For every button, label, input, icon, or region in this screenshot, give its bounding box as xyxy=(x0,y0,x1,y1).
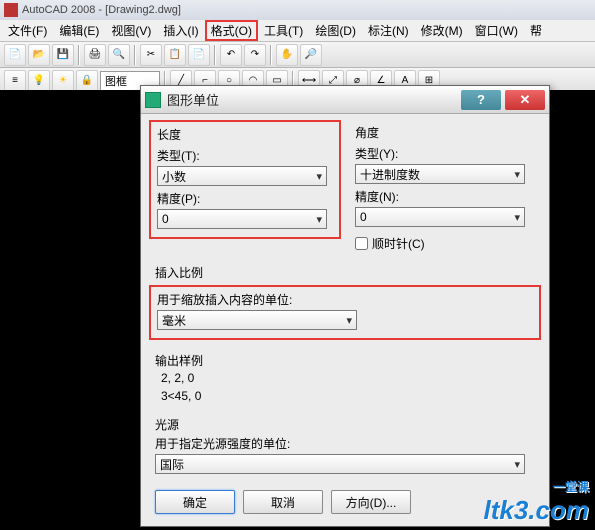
dialog-titlebar[interactable]: 图形单位 ? ✕ xyxy=(141,86,549,114)
app-title: AutoCAD 2008 - [Drawing2.dwg] xyxy=(22,4,181,16)
sample-line1: 2, 2, 0 xyxy=(161,371,535,387)
clockwise-input[interactable] xyxy=(355,237,368,250)
close-button[interactable]: ✕ xyxy=(505,90,545,110)
menu-tools[interactable]: 工具(T) xyxy=(258,20,309,41)
angle-type-label: 类型(Y): xyxy=(355,145,535,162)
angle-precision-combo[interactable]: 0 xyxy=(355,207,525,227)
lock-icon[interactable]: 🔒 xyxy=(76,70,98,92)
length-type-label: 类型(T): xyxy=(157,147,333,164)
cancel-button[interactable]: 取消 xyxy=(243,490,323,514)
undo-icon[interactable]: ↶ xyxy=(220,44,242,66)
insert-highlight: 用于缩放插入内容的单位: 毫米 xyxy=(149,285,541,340)
sample-line2: 3<45, 0 xyxy=(161,389,535,405)
pan-icon[interactable]: ✋ xyxy=(276,44,298,66)
menu-window[interactable]: 窗口(W) xyxy=(469,20,524,41)
light-group: 光源 xyxy=(155,416,535,433)
menu-modify[interactable]: 修改(M) xyxy=(415,20,469,41)
length-highlight: 长度 类型(T): 小数 精度(P): 0 xyxy=(149,120,341,239)
menu-dim[interactable]: 标注(N) xyxy=(362,20,415,41)
length-precision-label: 精度(P): xyxy=(157,190,333,207)
bulb-icon[interactable]: 💡 xyxy=(28,70,50,92)
ok-button[interactable]: 确定 xyxy=(155,490,235,514)
light-label: 用于指定光源强度的单位: xyxy=(155,435,535,452)
insert-label: 用于缩放插入内容的单位: xyxy=(157,291,533,308)
watermark: 一堂课 ltk3.com xyxy=(484,478,590,526)
direction-button[interactable]: 方向(D)... xyxy=(331,490,411,514)
copy-icon[interactable]: 📋 xyxy=(164,44,186,66)
cut-icon[interactable]: ✂ xyxy=(140,44,162,66)
toolbar-1: 📄 📂 💾 🖨 🔍 ✂ 📋 📄 ↶ ↷ ✋ 🔎 xyxy=(0,42,595,68)
menu-edit[interactable]: 编辑(E) xyxy=(53,20,105,41)
menu-file[interactable]: 文件(F) xyxy=(2,20,53,41)
preview-icon[interactable]: 🔍 xyxy=(108,44,130,66)
open-icon[interactable]: 📂 xyxy=(28,44,50,66)
menu-insert[interactable]: 插入(I) xyxy=(157,20,204,41)
dialog-icon xyxy=(145,92,161,108)
freeze-icon[interactable]: ☀ xyxy=(52,70,74,92)
redo-icon[interactable]: ↷ xyxy=(244,44,266,66)
zoom-icon[interactable]: 🔎 xyxy=(300,44,322,66)
sample-group: 输出样例 xyxy=(155,352,535,369)
app-titlebar: AutoCAD 2008 - [Drawing2.dwg] xyxy=(0,0,595,20)
paste-icon[interactable]: 📄 xyxy=(188,44,210,66)
dialog-title: 图形单位 xyxy=(167,90,457,109)
menu-view[interactable]: 视图(V) xyxy=(105,20,157,41)
length-group: 长度 xyxy=(157,126,333,143)
menu-help[interactable]: 帮 xyxy=(524,20,548,41)
menu-draw[interactable]: 绘图(D) xyxy=(309,20,362,41)
menu-format[interactable]: 格式(O) xyxy=(205,20,258,41)
clockwise-checkbox[interactable]: 顺时针(C) xyxy=(355,235,535,252)
angle-precision-label: 精度(N): xyxy=(355,188,535,205)
insert-group: 插入比例 xyxy=(155,264,535,281)
insert-unit-combo[interactable]: 毫米 xyxy=(157,310,357,330)
layer-props-icon[interactable]: ≡ xyxy=(4,70,26,92)
print-icon[interactable]: 🖨 xyxy=(84,44,106,66)
menubar: 文件(F) 编辑(E) 视图(V) 插入(I) 格式(O) 工具(T) 绘图(D… xyxy=(0,20,595,42)
new-icon[interactable]: 📄 xyxy=(4,44,26,66)
length-type-combo[interactable]: 小数 xyxy=(157,166,327,186)
angle-type-combo[interactable]: 十进制度数 xyxy=(355,164,525,184)
app-icon xyxy=(4,3,18,17)
length-precision-combo[interactable]: 0 xyxy=(157,209,327,229)
help-button[interactable]: ? xyxy=(461,90,501,110)
units-dialog: 图形单位 ? ✕ 长度 类型(T): 小数 精度(P): 0 角度 类型(Y):… xyxy=(140,85,550,527)
light-unit-combo[interactable]: 国际 xyxy=(155,454,525,474)
save-icon[interactable]: 💾 xyxy=(52,44,74,66)
angle-group: 角度 xyxy=(355,124,535,141)
